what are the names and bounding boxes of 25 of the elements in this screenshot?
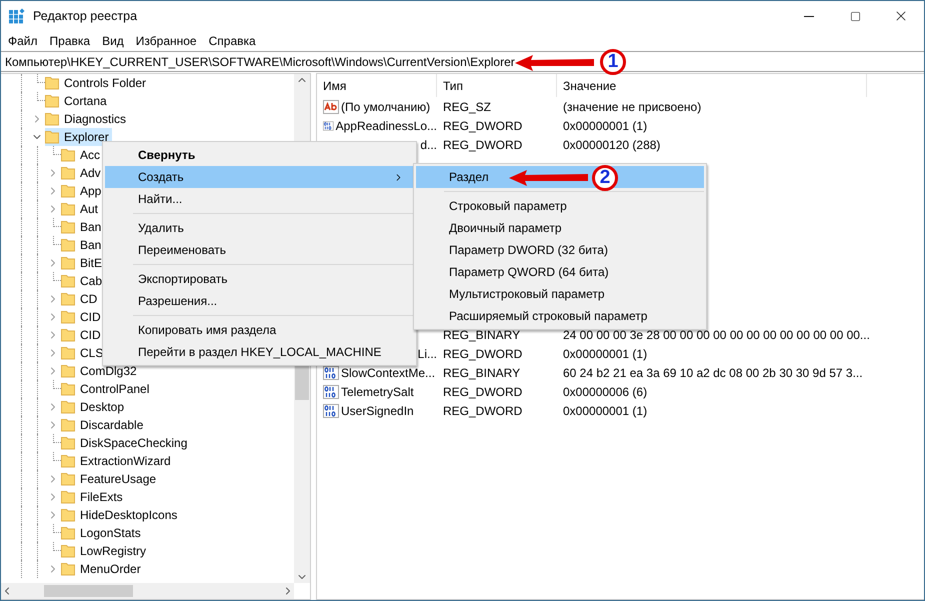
value-type: REG_DWORD	[442, 138, 524, 152]
value-type: REG_DWORD	[442, 346, 524, 360]
window-title: Редактор реестра	[33, 9, 138, 23]
value-type: REG_BINARY	[442, 366, 522, 380]
value-data: 0x00000001 (1)	[562, 118, 648, 132]
step-number: 1	[600, 49, 626, 75]
value-type: REG_BINARY	[442, 328, 522, 342]
value-data: 24 00 00 00 3e 28 00 00 00 00 00 00 00 00 00 00 00 00...	[562, 328, 867, 342]
value-data: 0x00000001 (1)	[562, 346, 648, 360]
value-type: REG_DWORD	[442, 118, 524, 132]
value-data: (значение не присвоено)	[562, 100, 702, 114]
value-data: 60 24 b2 21 ea 3a 69 10 a2 dc 08 00 2b 30 30 9d 57 3...	[562, 366, 864, 380]
value-type: REG_DWORD	[442, 384, 524, 398]
value-data: 0x00000120 (288)	[562, 138, 662, 152]
value-type: REG_SZ	[442, 100, 492, 114]
value-name: (По умолчанию)	[341, 100, 430, 114]
value-name: d...	[420, 138, 437, 152]
value-data: 0x00000006 (6)	[562, 384, 648, 398]
value-name: SlowContextMe...	[341, 366, 436, 380]
value-name: Li...	[418, 346, 437, 360]
value-data: 0x00000001 (1)	[562, 404, 648, 418]
value-name: UserSignedIn	[341, 404, 414, 418]
value-name: AppReadinessLo...	[336, 118, 437, 132]
value-name: TelemetrySalt	[341, 384, 414, 398]
value-type: REG_DWORD	[442, 404, 524, 418]
